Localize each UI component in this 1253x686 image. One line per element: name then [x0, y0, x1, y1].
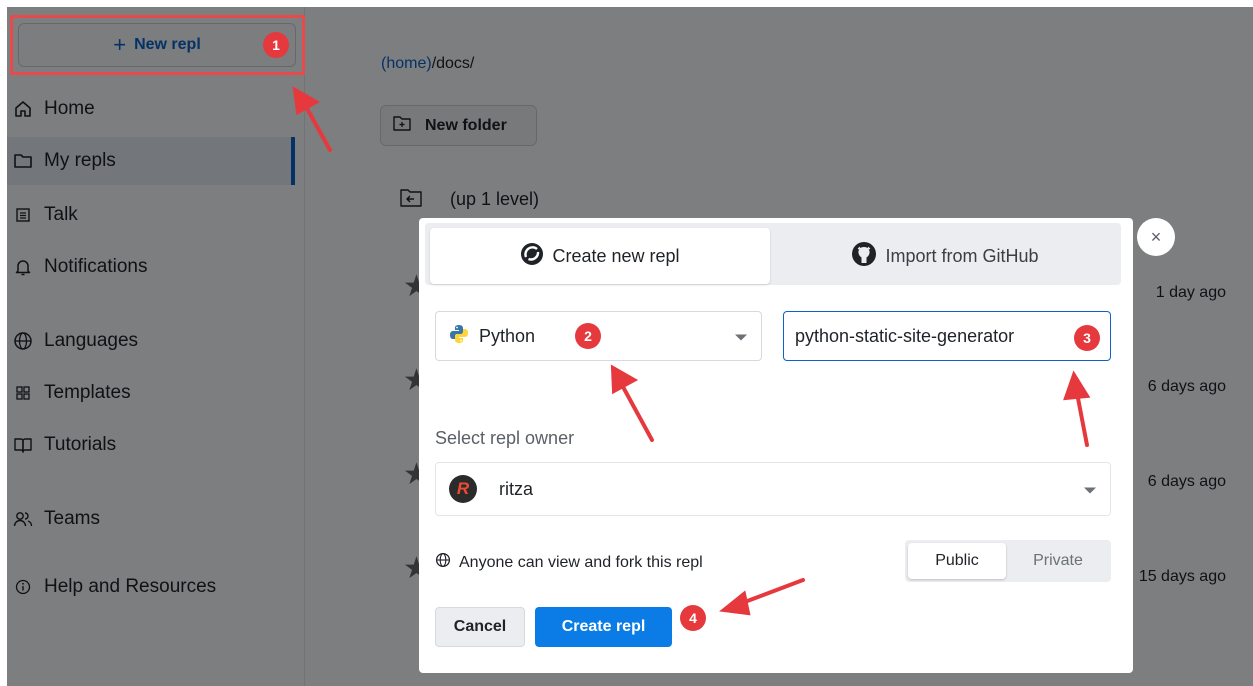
owner-value: ritza	[499, 478, 534, 499]
replit-logo-icon	[520, 242, 544, 271]
chevron-down-icon	[1084, 487, 1096, 494]
visibility-toggle: Public Private	[905, 540, 1111, 582]
language-value: Python	[479, 325, 536, 346]
annotation-badge: 1	[263, 32, 289, 58]
tab-create-label: Create new repl	[552, 245, 680, 266]
tab-import-from-github[interactable]: Import from GitHub	[775, 228, 1115, 284]
annotation-badge: 2	[575, 323, 601, 349]
globe-icon	[435, 552, 451, 573]
repl-name-input[interactable]	[783, 311, 1111, 361]
annotation-badge: 3	[1074, 325, 1100, 351]
github-icon	[851, 241, 877, 272]
replit-app: + New repl Home My repls Talk Notificati…	[7, 7, 1253, 686]
modal-tabs: Create new repl Import from GitHub	[425, 223, 1121, 285]
create-repl-button[interactable]: Create repl	[535, 607, 672, 647]
public-option[interactable]: Public	[908, 543, 1006, 579]
python-icon	[449, 324, 469, 349]
private-option[interactable]: Private	[1009, 543, 1107, 579]
owner-label: Select repl owner	[435, 428, 575, 448]
cancel-button[interactable]: Cancel	[435, 607, 525, 647]
avatar: R	[449, 475, 477, 503]
visibility-label: Anyone can view and fork this repl	[459, 553, 703, 571]
tab-import-label: Import from GitHub	[885, 245, 1039, 266]
annotation-badge: 4	[680, 605, 706, 631]
create-repl-modal: Create new repl Import from GitHub Pytho…	[419, 218, 1133, 673]
visibility-description: Anyone can view and fork this repl	[435, 552, 703, 573]
close-icon[interactable]: ×	[1137, 218, 1175, 256]
annotation-highlight-box	[10, 15, 305, 75]
owner-select[interactable]: R ritza	[435, 462, 1111, 516]
tab-create-new-repl[interactable]: Create new repl	[430, 228, 770, 284]
chevron-down-icon	[735, 334, 747, 341]
